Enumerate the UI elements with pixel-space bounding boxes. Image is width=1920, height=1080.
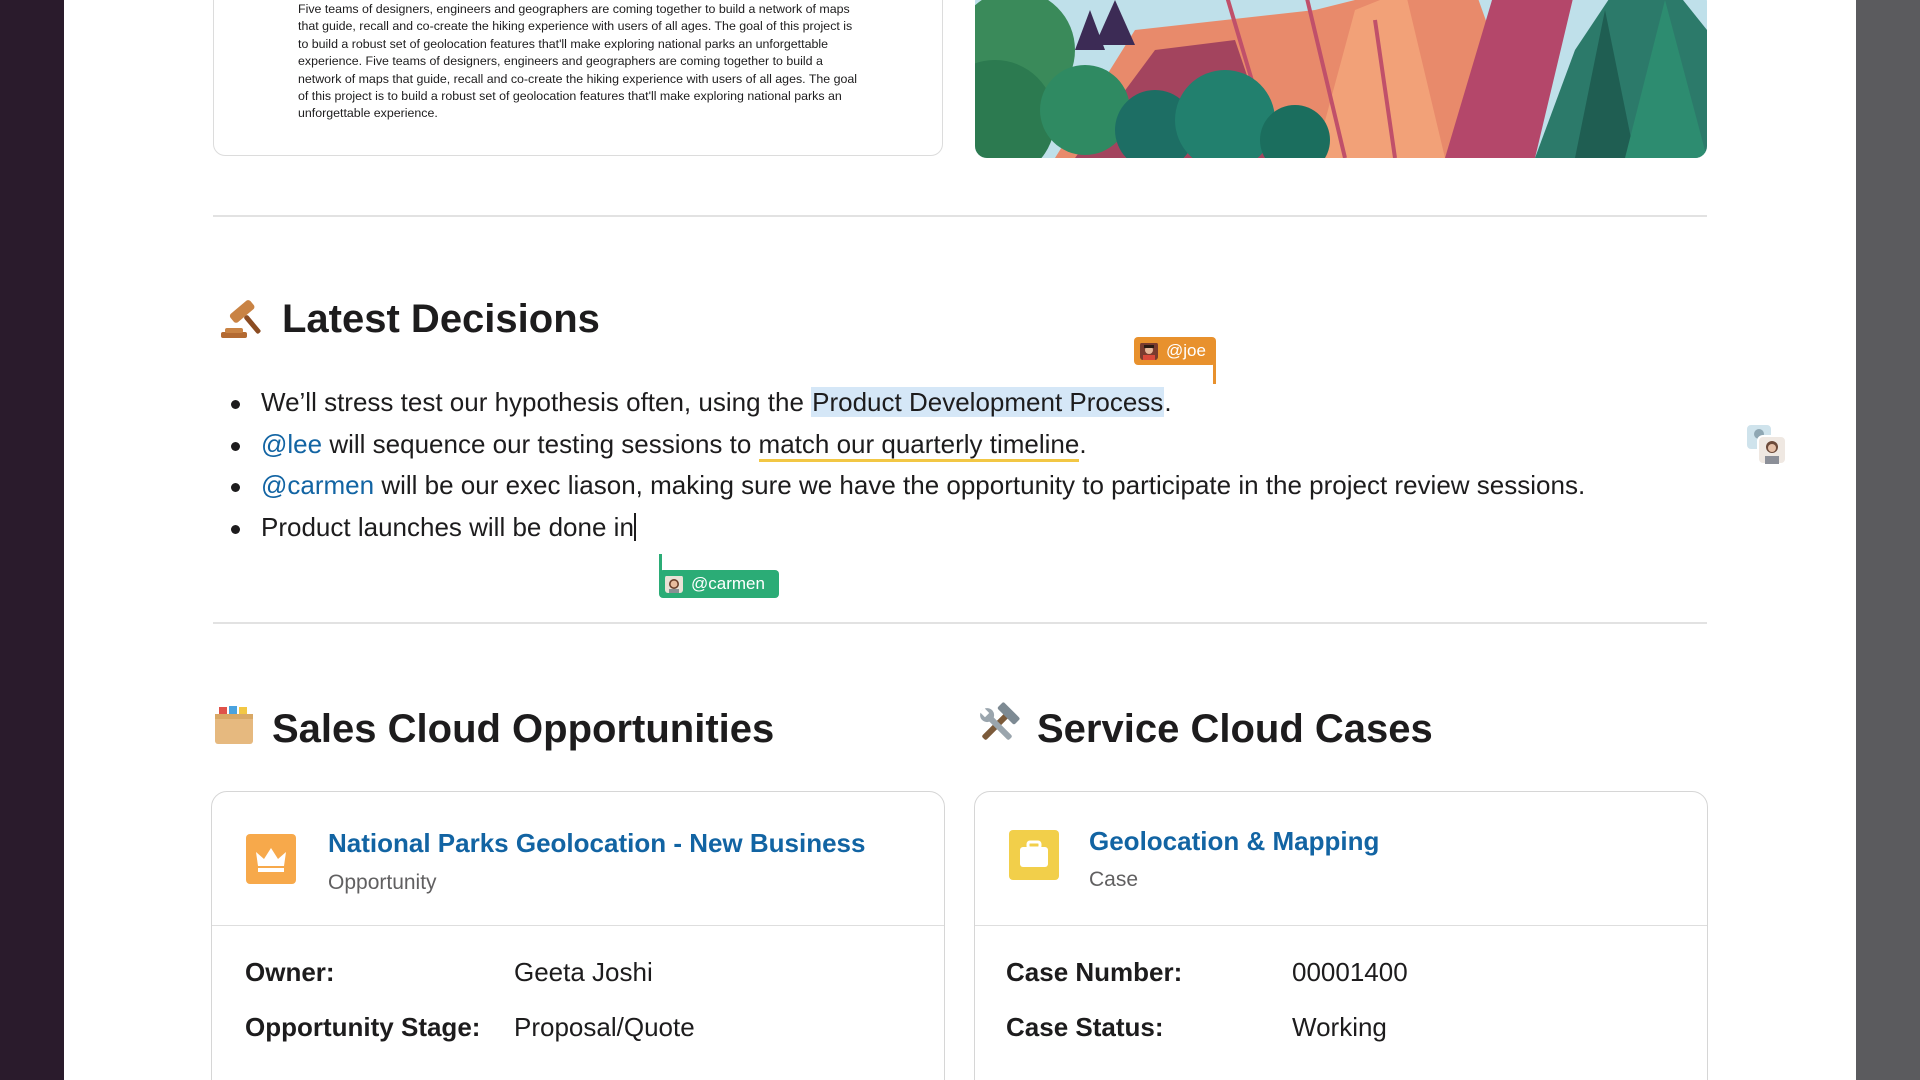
opportunity-card[interactable]: National Parks Geolocation - New Busines… xyxy=(211,791,945,1080)
sales-cloud-title: Sales Cloud Opportunities xyxy=(272,707,775,751)
case-card[interactable]: Geolocation & Mapping Case Case Number: … xyxy=(974,791,1708,1080)
carmen-cursor-label: @carmen xyxy=(691,574,765,593)
opportunity-type: Opportunity xyxy=(328,871,437,894)
opportunity-card-header[interactable]: National Parks Geolocation - New Busines… xyxy=(212,792,944,926)
decision-text: will sequence our testing sessions to xyxy=(322,428,759,459)
national-park-illustration xyxy=(975,0,1707,158)
decision-item[interactable]: @lee will sequence our testing sessions … xyxy=(231,424,1585,466)
decision-item-editing[interactable]: Product launches will be done in xyxy=(231,507,1585,549)
product-development-process-link[interactable]: Product Development Process xyxy=(811,387,1165,417)
case-card-header[interactable]: Geolocation & Mapping Case xyxy=(975,792,1707,926)
briefcase-icon xyxy=(1009,830,1059,880)
hero-illustration xyxy=(975,0,1707,158)
project-description-text[interactable]: Five teams of designers, engineers and g… xyxy=(298,1,858,123)
mention-carmen[interactable]: @carmen xyxy=(261,470,374,500)
decision-text-end: . xyxy=(1079,428,1087,459)
field-value-owner: Geeta Joshi xyxy=(514,957,653,987)
gavel-icon xyxy=(217,296,263,342)
section-divider xyxy=(213,215,1707,217)
carmen-avatar xyxy=(665,575,683,593)
project-description-card: Five teams of designers, engineers and g… xyxy=(213,0,943,156)
decision-item[interactable]: We’ll stress test our hypothesis often, … xyxy=(231,382,1585,424)
left-sidebar-edge xyxy=(0,0,64,1080)
field-label-case-status: Case Status: xyxy=(1006,1012,1164,1042)
field-value-case-status: Working xyxy=(1292,1012,1387,1042)
comment-underline-text[interactable]: match our quarterly timeline xyxy=(758,428,1080,462)
decision-text-end: . xyxy=(1164,387,1172,417)
decisions-list[interactable]: We’ll stress test our hypothesis often, … xyxy=(231,382,1585,548)
field-value-case-number: 00001400 xyxy=(1292,957,1408,987)
joe-avatar xyxy=(1140,342,1158,360)
crown-icon xyxy=(246,834,296,884)
canvas-document[interactable]: Five teams of designers, engineers and g… xyxy=(64,0,1856,1080)
collaborator-cursor-carmen: @carmen xyxy=(659,570,779,598)
joe-cursor-label: @joe xyxy=(1166,341,1206,360)
field-label-stage: Opportunity Stage: xyxy=(245,1012,481,1042)
field-label-owner: Owner: xyxy=(245,957,335,987)
collaborator-cursor-joe: @joe xyxy=(1134,337,1216,365)
field-value-stage: Proposal/Quote xyxy=(514,1012,695,1042)
tools-icon xyxy=(974,702,1020,748)
presence-avatars[interactable] xyxy=(1744,422,1788,466)
section-divider xyxy=(213,622,1707,624)
field-label-case-number: Case Number: xyxy=(1006,957,1183,987)
right-sidebar-edge xyxy=(1856,0,1920,1080)
service-cloud-title: Service Cloud Cases xyxy=(1037,707,1433,751)
decisions-title: Latest Decisions xyxy=(282,297,600,341)
decision-text: will be our exec liason, making sure we … xyxy=(374,470,1586,500)
text-caret xyxy=(633,512,636,541)
decision-text: Product launches will be done in xyxy=(261,511,634,542)
mention-lee[interactable]: @lee xyxy=(261,429,322,459)
joe-cursor-line xyxy=(1213,360,1216,384)
opportunity-name-link[interactable]: National Parks Geolocation - New Busines… xyxy=(328,828,865,859)
case-name-link[interactable]: Geolocation & Mapping xyxy=(1089,826,1379,857)
decision-text: We’ll stress test our hypothesis often, … xyxy=(261,387,812,417)
case-type: Case xyxy=(1089,868,1139,891)
decision-item[interactable]: @carmen will be our exec liason, making … xyxy=(231,465,1585,507)
file-box-icon xyxy=(213,704,255,746)
